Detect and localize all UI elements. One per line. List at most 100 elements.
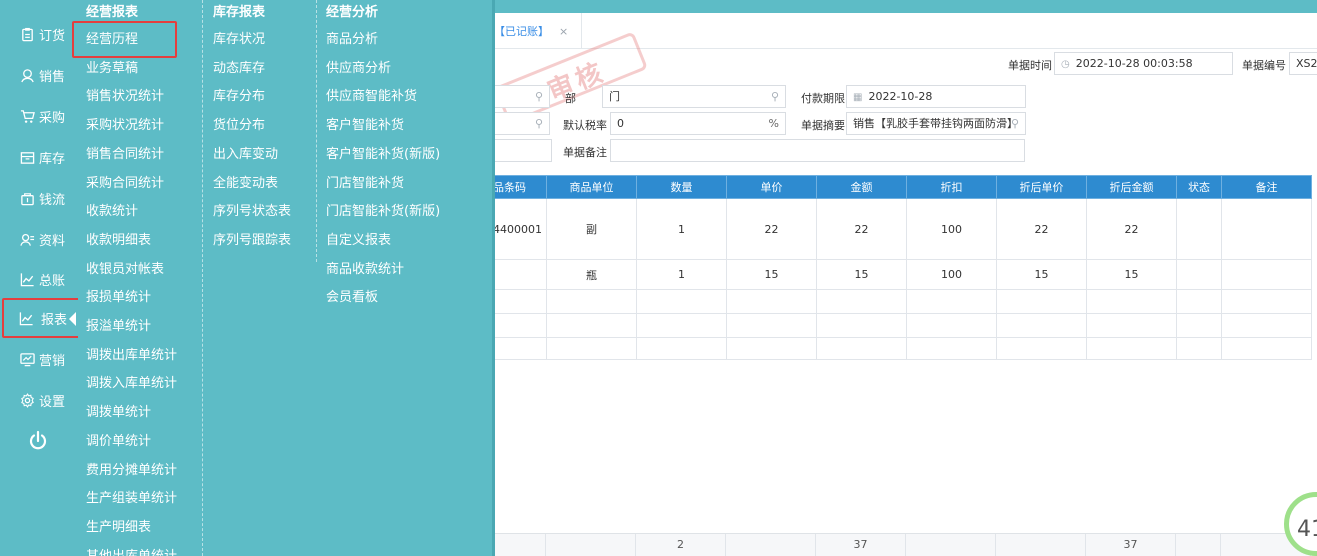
- close-icon[interactable]: ×: [559, 25, 568, 38]
- nav-item-settings[interactable]: 设置: [0, 386, 78, 414]
- search-icon[interactable]: ⚲: [1011, 113, 1019, 134]
- table-row[interactable]: [492, 337, 1312, 360]
- monitor-chart-icon: [20, 353, 35, 367]
- dept-field[interactable]: 门 ⚲: [602, 85, 786, 108]
- left-partial-field[interactable]: ⚲: [492, 85, 550, 108]
- menu-item-business[interactable]: 采购状况统计: [86, 114, 164, 133]
- search-icon[interactable]: ⚲: [535, 86, 543, 107]
- nav-item-sales[interactable]: 销售: [0, 61, 78, 89]
- menu-item-inventory[interactable]: 库存分布: [213, 85, 265, 104]
- menu-item-business[interactable]: 生产明细表: [86, 516, 151, 535]
- table-cell: [726, 289, 817, 314]
- menu-item-inventory[interactable]: 序列号跟踪表: [213, 229, 291, 248]
- remark-field[interactable]: [610, 139, 1025, 162]
- table-row[interactable]: 4400001 副 1 22 22 100 22 22: [492, 198, 1312, 260]
- search-icon[interactable]: ⚲: [771, 86, 779, 107]
- menu-item-analysis[interactable]: 客户智能补货: [326, 114, 404, 133]
- tax-field[interactable]: 0 %: [610, 112, 786, 135]
- col-disc-price[interactable]: 折后单价: [996, 175, 1087, 199]
- menu-item-business[interactable]: 费用分摊单统计: [86, 459, 177, 478]
- table-cell: [546, 289, 637, 314]
- menu-item-analysis[interactable]: 客户智能补货(新版): [326, 143, 440, 162]
- nav-item-reports[interactable]: 报表: [2, 298, 81, 338]
- menu-item-inventory[interactable]: 库存状况: [213, 28, 265, 47]
- table-cell: 副: [546, 198, 637, 260]
- doc-time-field[interactable]: ◷ 2022-10-28 00:03:58: [1054, 52, 1233, 75]
- nav-label-settings: 设置: [39, 395, 66, 410]
- menu-item-analysis[interactable]: 门店智能补货: [326, 172, 404, 191]
- menu-item-business[interactable]: 收款明细表: [86, 229, 151, 248]
- table-header-row: 品条码 商品单位 数量 单价 金额 折扣 折后单价 折后金额 状态 备注: [492, 175, 1312, 199]
- menu-item-inventory[interactable]: 出入库变动: [213, 143, 278, 162]
- menu-item-analysis[interactable]: 商品收款统计: [326, 258, 404, 277]
- ledger-chart-icon: [20, 273, 34, 287]
- nav-item-cashflow[interactable]: 钱流: [0, 184, 78, 212]
- menu-item-business[interactable]: 报损单统计: [86, 286, 151, 305]
- summary-label: 单据摘要: [801, 119, 845, 132]
- table-cell: [492, 313, 547, 338]
- nav-item-ledger[interactable]: 总账: [0, 265, 78, 293]
- col-qty[interactable]: 数量: [636, 175, 727, 199]
- menu-item-business[interactable]: 报溢单统计: [86, 315, 151, 334]
- col-discount[interactable]: 折扣: [906, 175, 997, 199]
- col-amount[interactable]: 金额: [816, 175, 907, 199]
- menu-item-business[interactable]: 业务草稿: [86, 57, 138, 76]
- menu-item-business[interactable]: 生产组装单统计: [86, 487, 177, 506]
- nav-item-purchase[interactable]: 采购: [0, 102, 78, 130]
- menu-item-business[interactable]: 收银员对帐表: [86, 258, 164, 277]
- col-remark[interactable]: 备注: [1221, 175, 1312, 199]
- nav-item-marketing[interactable]: 营销: [0, 345, 78, 373]
- left-partial-field-2[interactable]: ⚲: [492, 112, 550, 135]
- menu-item-business[interactable]: 调价单统计: [86, 430, 151, 449]
- menu-item-analysis[interactable]: 会员看板: [326, 286, 378, 305]
- menu-item-inventory[interactable]: 货位分布: [213, 114, 265, 133]
- table-row[interactable]: 瓶 1 15 15 100 15 15: [492, 259, 1312, 290]
- tab-label: 【已记账】: [494, 25, 549, 38]
- menu-item-business[interactable]: 收款统计: [86, 200, 138, 219]
- menu-item-business[interactable]: 调拨单统计: [86, 401, 151, 420]
- nav-item-data[interactable]: 资料: [0, 225, 78, 253]
- menu-item-inventory[interactable]: 全能变动表: [213, 172, 278, 191]
- search-icon[interactable]: ⚲: [535, 113, 543, 134]
- pay-deadline-field[interactable]: ▦ 2022-10-28: [846, 85, 1026, 108]
- main-nav: 订货 销售 采购 库存 钱流 资料 总账 报表 营销 设置: [0, 0, 81, 556]
- tab-document[interactable]: 【已记账】 ×: [492, 13, 582, 49]
- nav-item-order[interactable]: 订货: [0, 20, 78, 48]
- menu-item-analysis[interactable]: 商品分析: [326, 28, 378, 47]
- total-cell: [492, 534, 546, 556]
- table-cell: [636, 289, 727, 314]
- summary-field[interactable]: 销售【乳胶手套带挂钩两面防滑】 ⚲: [846, 112, 1026, 135]
- nav-label-inventory: 库存: [39, 152, 66, 167]
- doc-no-field[interactable]: XS2: [1289, 52, 1317, 75]
- power-icon[interactable]: [28, 430, 48, 452]
- col-disc-amount[interactable]: 折后金额: [1086, 175, 1177, 199]
- table-row[interactable]: [492, 313, 1312, 338]
- pay-deadline-label: 付款期限: [801, 92, 845, 105]
- menu-item-business[interactable]: 其他出库单统计: [86, 545, 177, 556]
- menu-item-business[interactable]: 调拨入库单统计: [86, 372, 177, 391]
- table-cell: 4400001: [492, 198, 547, 260]
- menu-header-inventory: 库存报表: [213, 5, 266, 20]
- menu-item-business[interactable]: 销售状况统计: [86, 85, 164, 104]
- table-cell: [996, 337, 1087, 360]
- menu-item-business[interactable]: 采购合同统计: [86, 172, 164, 191]
- nav-item-inventory[interactable]: 库存: [0, 143, 78, 171]
- menu-item-inventory[interactable]: 动态库存: [213, 57, 265, 76]
- table-cell: [1221, 337, 1312, 360]
- menu-item-analysis[interactable]: 供应商智能补货: [326, 85, 417, 104]
- total-cell: [906, 534, 996, 556]
- menu-item-business[interactable]: 调拨出库单统计: [86, 344, 177, 363]
- col-status[interactable]: 状态: [1176, 175, 1222, 199]
- col-price[interactable]: 单价: [726, 175, 817, 199]
- menu-item-analysis[interactable]: 供应商分析: [326, 57, 391, 76]
- menu-item-analysis[interactable]: 门店智能补货(新版): [326, 200, 440, 219]
- pay-deadline-value: 2022-10-28: [868, 90, 933, 103]
- left-partial-field-3[interactable]: [492, 139, 552, 162]
- menu-item-analysis[interactable]: 自定义报表: [326, 229, 391, 248]
- col-unit[interactable]: 商品单位: [546, 175, 637, 199]
- menu-item-business[interactable]: 销售合同统计: [86, 143, 164, 162]
- col-barcode[interactable]: 品条码: [492, 175, 547, 199]
- table-row[interactable]: [492, 289, 1312, 314]
- menu-item-inventory[interactable]: 序列号状态表: [213, 200, 291, 219]
- table-cell: [492, 337, 547, 360]
